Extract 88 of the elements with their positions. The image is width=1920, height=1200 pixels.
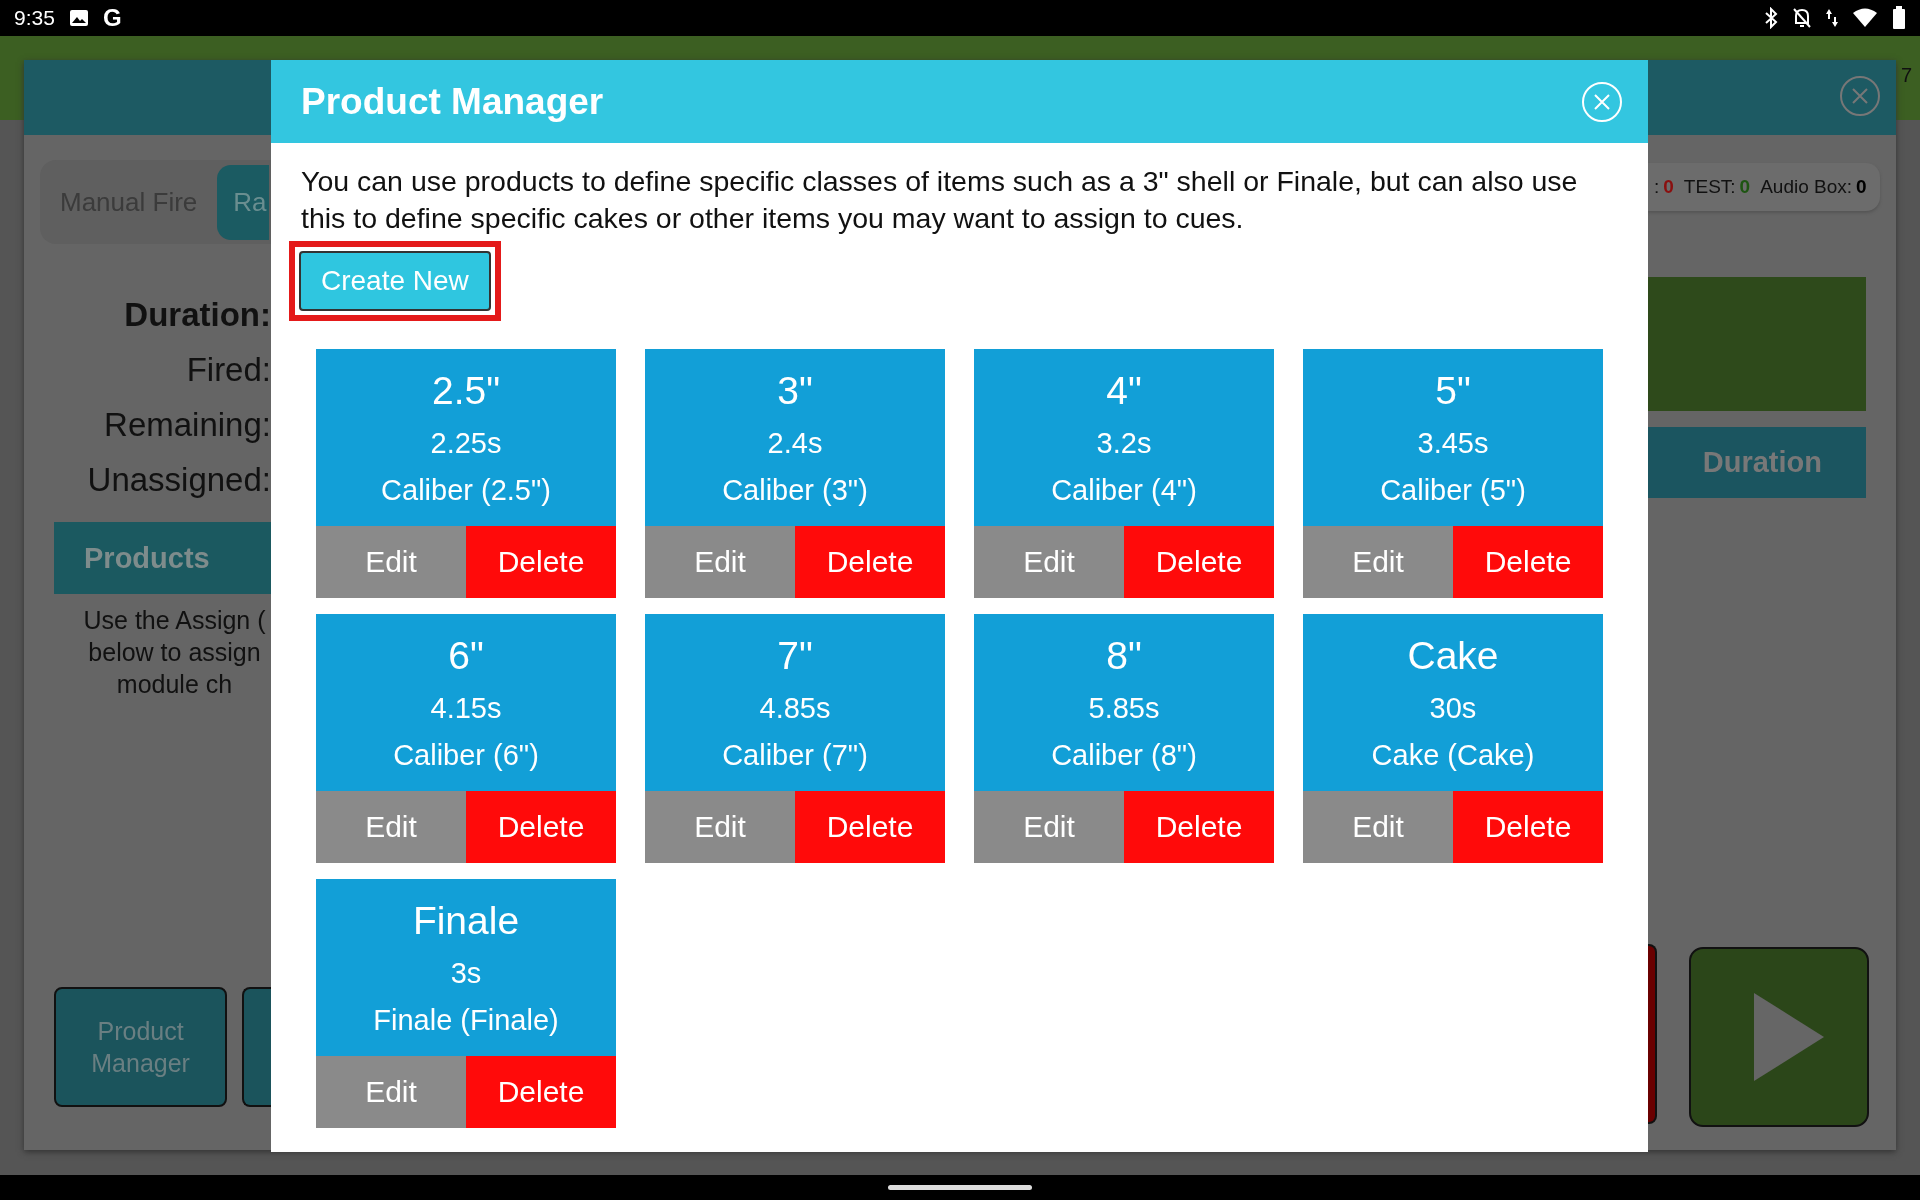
edit-button[interactable]: Edit: [974, 791, 1124, 863]
product-name: Finale: [412, 898, 520, 943]
counter-value: 0: [1739, 176, 1751, 198]
product-name: 3": [777, 368, 813, 413]
product-type: Cake (Cake): [1371, 738, 1535, 772]
counter-value: 0: [1856, 176, 1867, 198]
dialog-title: Product Manager: [301, 80, 604, 123]
edit-button[interactable]: Edit: [974, 526, 1124, 598]
stat-label: Unassigned:: [87, 460, 271, 500]
product-card[interactable]: 8" 5.85s Caliber (8"): [974, 614, 1274, 791]
product-card[interactable]: 7" 4.85s Caliber (7"): [645, 614, 945, 791]
top-bar-count: 7: [1900, 64, 1912, 87]
product-name: 4": [1106, 368, 1142, 413]
product-name: Cake: [1407, 633, 1499, 678]
product-card[interactable]: 2.5" 2.25s Caliber (2.5"): [316, 349, 616, 526]
cut-button[interactable]: [242, 987, 271, 1107]
wifi-icon: [1852, 7, 1878, 29]
product-type: Caliber (7"): [722, 738, 868, 772]
product-duration: 3.2s: [1096, 426, 1152, 460]
product-type: Caliber (8"): [1051, 738, 1197, 772]
delete-button[interactable]: Delete: [1124, 791, 1274, 863]
edit-button[interactable]: Edit: [316, 526, 466, 598]
mode-tab[interactable]: Ra: [217, 164, 269, 240]
product-type: Caliber (6"): [393, 738, 539, 772]
product-type: Caliber (5"): [1380, 473, 1526, 507]
delete-button[interactable]: Delete: [466, 1056, 616, 1128]
edit-button[interactable]: Edit: [645, 526, 795, 598]
product-duration: 30s: [1429, 691, 1477, 725]
product-name: 8": [1106, 633, 1142, 678]
counter-label: TEST:: [1683, 176, 1736, 198]
stat-label: Remaining:: [104, 405, 271, 445]
product-card[interactable]: 4" 3.2s Caliber (4"): [974, 349, 1274, 526]
status-time: 9:35: [14, 6, 55, 30]
edit-button[interactable]: Edit: [316, 791, 466, 863]
g-logo: G: [102, 4, 122, 32]
product-type: Caliber (2.5"): [381, 473, 551, 507]
products-header: Products: [54, 522, 271, 594]
delete-button[interactable]: Delete: [1124, 526, 1274, 598]
product-manager-button[interactable]: Product Manager: [54, 987, 228, 1107]
counter-label: :: [1654, 176, 1660, 198]
delete-button[interactable]: Delete: [1453, 526, 1603, 598]
product-name: 7": [777, 633, 813, 678]
product-duration: 2.4s: [767, 426, 823, 460]
stat-label: Duration:: [124, 295, 271, 335]
product-duration: 4.85s: [759, 691, 831, 725]
bluetooth-icon: [1764, 7, 1778, 29]
product-card[interactable]: 5" 3.45s Caliber (5"): [1303, 349, 1603, 526]
delete-button[interactable]: Delete: [795, 526, 945, 598]
dialog-description: You can use products to define specific classes of items such as a 3" shell or Finale, but can also use this to define specific cakes or other items you may want to assign to cues.: [301, 164, 1579, 236]
duration-button[interactable]: Duration: [1648, 427, 1866, 498]
product-card[interactable]: Cake 30s Cake (Cake): [1303, 614, 1603, 791]
product-type: Caliber (4"): [1051, 473, 1197, 507]
stat-label: Fired:: [186, 350, 271, 390]
play-button[interactable]: [1689, 947, 1869, 1127]
close-icon[interactable]: [1838, 74, 1882, 118]
products-hint: Use the Assign ( below to assign module ch: [82, 605, 267, 700]
muted-bell-icon: [1792, 7, 1812, 29]
product-name: 2.5": [431, 368, 501, 413]
data-arrows-icon: [1826, 7, 1838, 29]
delete-button[interactable]: Delete: [466, 791, 616, 863]
product-name: 5": [1435, 368, 1471, 413]
product-type: Caliber (3"): [722, 473, 868, 507]
counter-value: 0: [1663, 176, 1674, 198]
product-type: Finale (Finale): [373, 1003, 559, 1037]
close-icon[interactable]: [1580, 79, 1624, 124]
battery-icon: [1892, 6, 1906, 30]
product-card[interactable]: 6" 4.15s Caliber (6"): [316, 614, 616, 791]
product-duration: 3.45s: [1417, 426, 1489, 460]
home-handle[interactable]: [888, 1185, 1032, 1190]
edit-button[interactable]: Edit: [1303, 791, 1453, 863]
product-duration: 4.15s: [430, 691, 502, 725]
play-icon: [1754, 993, 1824, 1081]
product-duration: 3s: [450, 956, 482, 990]
edit-button[interactable]: Edit: [316, 1056, 466, 1128]
stop-button[interactable]: [1648, 944, 1657, 1124]
edit-button[interactable]: Edit: [645, 791, 795, 863]
image-icon: [68, 8, 89, 28]
delete-button[interactable]: Delete: [1453, 791, 1603, 863]
edit-button[interactable]: Edit: [1303, 526, 1453, 598]
product-card[interactable]: 3" 2.4s Caliber (3"): [645, 349, 945, 526]
delete-button[interactable]: Delete: [795, 791, 945, 863]
delete-button[interactable]: Delete: [466, 526, 616, 598]
product-card[interactable]: Finale 3s Finale (Finale): [316, 879, 616, 1056]
counter-label: Audio Box:: [1760, 176, 1853, 198]
create-new-button[interactable]: Create New: [299, 251, 491, 311]
product-duration: 2.25s: [430, 426, 502, 460]
product-duration: 5.85s: [1088, 691, 1160, 725]
product-name: 6": [448, 633, 484, 678]
